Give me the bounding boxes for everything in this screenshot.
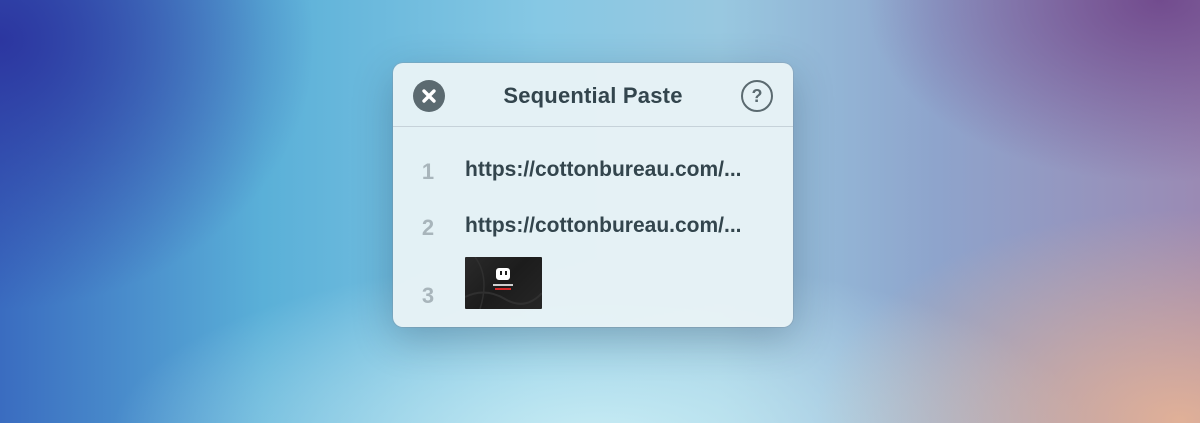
sequential-paste-window: Sequential Paste ? 1 https://cottonburea… [393, 63, 793, 327]
item-number: 3 [421, 283, 435, 308]
item-number: 1 [421, 159, 435, 184]
window-title: Sequential Paste [503, 83, 683, 108]
help-button[interactable]: ? [741, 80, 773, 112]
list-item[interactable]: 1 https://cottonbureau.com/... [393, 143, 793, 199]
item-number: 2 [421, 215, 435, 240]
title-bar: Sequential Paste ? [393, 63, 793, 127]
logo-image [465, 257, 542, 309]
list-item[interactable]: 3 [393, 255, 793, 311]
list-item[interactable]: 2 https://cottonbureau.com/... [393, 199, 793, 255]
image-thumbnail [465, 257, 542, 309]
item-text: https://cottonbureau.com/... [465, 158, 742, 181]
item-text: https://cottonbureau.com/... [465, 214, 742, 237]
